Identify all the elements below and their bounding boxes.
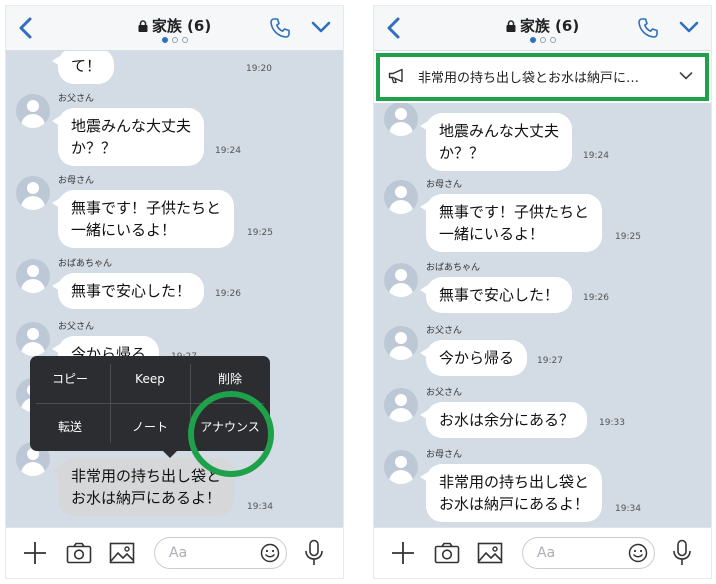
message-time: 19:26 (215, 289, 241, 299)
chat-screen-left: て！ 19:20 お父さん 地震みんな大丈夫 か？？ 19:24 お母さん 無事… (6, 6, 343, 578)
message-time: 19:34 (615, 504, 641, 514)
lock-icon (138, 20, 148, 32)
chat-title[interactable]: 家族 (6) (6, 15, 343, 36)
message-bubble[interactable]: 今から帰る (419, 340, 528, 376)
menu-note[interactable]: ノート (110, 404, 190, 451)
input-placeholder: Aa (169, 545, 188, 561)
message-input[interactable]: Aa (154, 537, 287, 569)
camera-icon[interactable] (66, 542, 92, 564)
microphone-icon[interactable] (671, 539, 693, 567)
message-time: 19:34 (247, 502, 273, 512)
camera-icon[interactable] (434, 542, 460, 564)
megaphone-icon (388, 68, 403, 84)
plus-icon[interactable] (22, 540, 48, 566)
menu-keep[interactable]: Keep (110, 356, 190, 403)
chevron-down-icon[interactable] (311, 20, 331, 34)
message-time: 19:25 (247, 228, 273, 238)
microphone-icon[interactable] (303, 539, 325, 567)
announcement-text: 非常用の持ち出し袋とお水は納戸に… (418, 71, 640, 86)
avatar[interactable] (384, 388, 418, 422)
message-time: 19:20 (246, 64, 272, 74)
chat-screen-right: 地震みんな大丈夫 か？？ 19:24 お母さん 無事です！子供たちと 一緒にいる… (374, 6, 711, 578)
avatar[interactable] (384, 263, 418, 297)
message-bubble[interactable]: 無事で安心した！ (419, 277, 573, 313)
page-indicator (6, 37, 343, 43)
avatar[interactable] (16, 176, 50, 210)
sender-name: お父さん (58, 94, 95, 104)
phone-call-icon[interactable] (637, 17, 659, 39)
lock-icon (506, 20, 516, 32)
avatar[interactable] (384, 180, 418, 214)
chat-title-text: 家族 (6) (151, 17, 212, 35)
image-icon[interactable] (109, 542, 135, 564)
chevron-down-icon[interactable] (679, 71, 693, 81)
phone-call-icon[interactable] (269, 17, 291, 39)
message-time: 19:27 (537, 356, 563, 366)
sender-name: おばあちゃん (426, 263, 481, 273)
sender-name: お母さん (58, 176, 95, 186)
sender-name: お母さん (426, 450, 463, 460)
highlight-circle (188, 391, 274, 477)
plus-icon[interactable] (390, 540, 416, 566)
message-bubble[interactable]: 無事で安心した！ (51, 273, 205, 309)
avatar[interactable] (16, 322, 50, 356)
sender-name: お父さん (58, 322, 95, 332)
sender-name: お父さん (426, 326, 463, 336)
message-time: 19:24 (215, 146, 241, 156)
chat-title[interactable]: 家族 (6) (374, 15, 711, 36)
message-bubble[interactable]: 無事です！子供たちと 一緒にいるよ！ (419, 194, 603, 252)
chat-header: 家族 (6) (6, 6, 343, 51)
avatar[interactable] (384, 326, 418, 360)
message-input[interactable]: Aa (522, 537, 655, 569)
avatar[interactable] (16, 259, 50, 293)
avatar[interactable] (384, 450, 418, 484)
image-icon[interactable] (477, 542, 503, 564)
chat-header: 家族 (6) (374, 6, 711, 51)
emoji-icon[interactable] (628, 543, 648, 563)
announcement-bar[interactable]: 非常用の持ち出し袋とお水は納戸に… (374, 51, 711, 103)
message-bubble[interactable]: 非常用の持ち出し袋と お水は納戸にあるよ！ (419, 464, 603, 522)
avatar[interactable] (384, 102, 418, 136)
message-time: 19:26 (583, 293, 609, 303)
emoji-icon[interactable] (260, 543, 280, 563)
sender-name: お母さん (426, 180, 463, 190)
message-bubble[interactable]: て！ (51, 48, 115, 84)
page-indicator (374, 37, 711, 43)
message-time: 19:24 (583, 151, 609, 161)
menu-copy[interactable]: コピー (30, 356, 110, 403)
input-bar: Aa (6, 527, 343, 578)
message-bubble[interactable]: 無事です！子供たちと 一緒にいるよ！ (51, 190, 235, 248)
chevron-down-icon[interactable] (679, 20, 699, 34)
message-time: 19:33 (599, 418, 625, 428)
input-placeholder: Aa (537, 545, 556, 561)
message-bubble[interactable]: 地震みんな大丈夫 か？？ (419, 113, 573, 171)
chat-title-text: 家族 (6) (519, 17, 580, 35)
sender-name: お父さん (426, 388, 463, 398)
input-bar: Aa (374, 527, 711, 578)
menu-forward[interactable]: 転送 (30, 404, 110, 451)
message-bubble[interactable]: 地震みんな大丈夫 か？？ (51, 108, 205, 166)
avatar[interactable] (16, 94, 50, 128)
message-time: 19:25 (615, 232, 641, 242)
message-bubble[interactable]: お水は余分にある？ (419, 402, 588, 438)
sender-name: おばあちゃん (58, 259, 113, 269)
